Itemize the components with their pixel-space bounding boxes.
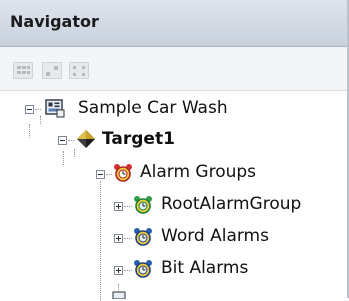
tree-node-label: Target1 xyxy=(102,129,175,149)
expand-toggle-icon[interactable] xyxy=(114,234,123,243)
alarm-group-icon xyxy=(134,228,152,246)
collapse-toggle-icon[interactable] xyxy=(58,136,67,145)
tree-node-root-alarm-group[interactable]: RootAlarmGroup xyxy=(0,189,347,221)
alarm-group-icon xyxy=(134,260,152,278)
alarm-group-icon xyxy=(134,196,152,214)
collapse-view-icon[interactable] xyxy=(69,62,89,79)
tree-node-alarm-groups[interactable]: Alarm Groups xyxy=(0,157,347,189)
target-diamond-icon xyxy=(77,130,95,148)
collapse-toggle-icon[interactable] xyxy=(25,105,34,114)
navigator-tree: Sample Car Wash Target1 Alarm Groups Roo… xyxy=(0,91,347,301)
tree-node-word-alarms[interactable]: Word Alarms xyxy=(0,221,347,253)
collapse-toggle-icon[interactable] xyxy=(96,170,105,179)
tree-node-target[interactable]: Target1 xyxy=(0,125,347,157)
tree-node-label: Bit Alarms xyxy=(161,258,249,278)
tree-node-root[interactable]: Sample Car Wash xyxy=(0,93,347,125)
navigator-header: Navigator xyxy=(0,0,347,47)
tree-node-label: Word Alarms xyxy=(161,226,269,246)
tree-node-label: RootAlarmGroup xyxy=(161,194,302,214)
navigator-toolbar xyxy=(0,47,347,91)
project-icon xyxy=(45,99,65,118)
tree-node-label: Sample Car Wash xyxy=(78,98,228,118)
panel-title: Navigator xyxy=(10,12,99,31)
grid-view-icon[interactable] xyxy=(13,62,33,79)
expand-toggle-icon[interactable] xyxy=(114,202,123,211)
expand-view-icon[interactable] xyxy=(42,62,62,79)
navigator-panel: Navigator Sample Car Wash Target1 Alarm … xyxy=(0,0,349,301)
tree-node-label: Alarm Groups xyxy=(140,162,257,182)
expand-toggle-icon[interactable] xyxy=(114,266,123,275)
tree-node-bit-alarms[interactable]: Bit Alarms xyxy=(0,253,347,285)
alarm-clock-icon xyxy=(114,164,132,182)
